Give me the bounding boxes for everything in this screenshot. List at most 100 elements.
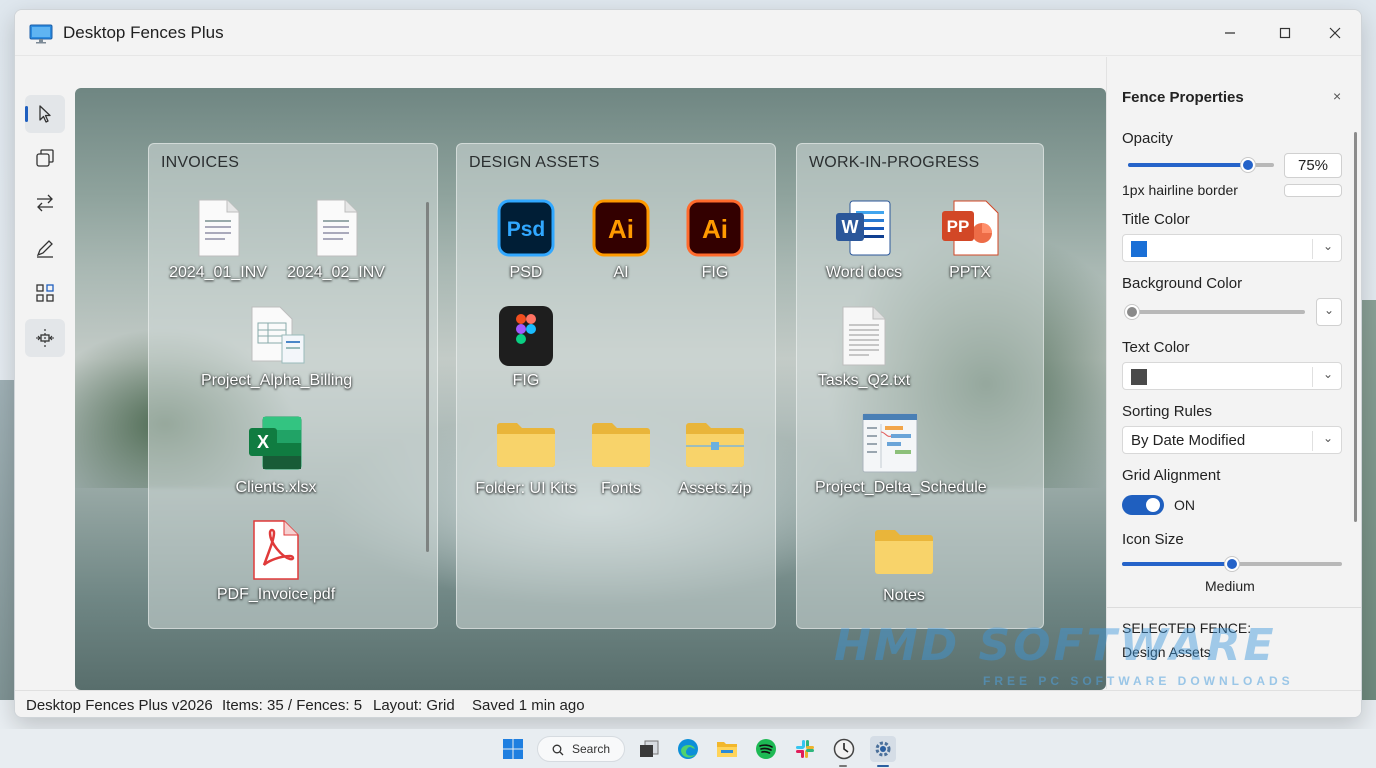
minimize-icon <box>1225 32 1235 34</box>
desktop-item[interactable]: Notes <box>829 517 979 605</box>
desktop-item[interactable]: X Clients.xlsx <box>201 409 351 497</box>
icon-size-slider[interactable] <box>1122 557 1342 571</box>
opacity-label: Opacity <box>1122 130 1173 147</box>
dropdown-separator <box>1312 367 1313 387</box>
edge-button[interactable] <box>676 737 700 761</box>
desktop-item[interactable]: PP PPTX <box>895 194 1045 282</box>
fence-scrollbar[interactable] <box>426 202 429 552</box>
arrange-tool-button[interactable] <box>25 274 65 312</box>
desktop-item[interactable]: FIG <box>451 302 601 390</box>
task-view-button[interactable] <box>637 737 661 761</box>
title-color-swatch <box>1131 241 1147 257</box>
dropdown-separator <box>1312 239 1313 259</box>
item-label: FIG <box>512 372 540 389</box>
title-color-label: Title Color <box>1122 211 1190 228</box>
settings-app-button[interactable] <box>870 736 896 762</box>
select-tool-button[interactable] <box>25 95 65 133</box>
fence-work-in-progress[interactable]: WORK-IN-PROGRESS W Word docs PP PPTX Tas… <box>796 143 1044 629</box>
panel-close-button[interactable]: × <box>1333 88 1341 104</box>
opacity-slider-thumb[interactable] <box>1241 158 1255 172</box>
background-color-slider[interactable] <box>1125 305 1305 319</box>
text-color-swatch <box>1131 369 1147 385</box>
copy-icon <box>36 149 54 167</box>
search-label: Search <box>572 742 611 756</box>
desktop-wallpaper-edge-left <box>0 380 14 700</box>
border-preview[interactable] <box>1284 184 1342 197</box>
watermark-brand: HMD SOFTWARE <box>834 620 1277 671</box>
pen-icon <box>36 240 53 258</box>
svg-text:Psd: Psd <box>507 218 546 241</box>
start-button[interactable] <box>501 737 525 761</box>
duplicate-tool-button[interactable] <box>25 139 65 177</box>
spotify-button[interactable] <box>754 737 778 761</box>
desktop-item[interactable]: Project_Delta_Schedule <box>815 409 987 497</box>
icon-size-slider-thumb[interactable] <box>1225 557 1239 571</box>
sorting-dropdown[interactable]: By Date Modified ⌄ <box>1122 426 1342 454</box>
title-color-dropdown[interactable]: ⌄ <box>1122 234 1342 262</box>
text-color-label: Text Color <box>1122 339 1190 356</box>
desktop-item[interactable]: Tasks_Q2.txt <box>789 302 939 390</box>
file-explorer-icon <box>717 742 737 757</box>
background-color-label: Background Color <box>1122 275 1243 292</box>
fence-properties-panel: Fence Properties × Opacity 75% 1px hairl… <box>1106 57 1361 689</box>
desktop-item[interactable]: Assets.zip <box>640 410 790 498</box>
taskbar-search[interactable]: Search <box>537 736 625 762</box>
grid-alignment-toggle[interactable] <box>1122 495 1164 515</box>
minimize-button[interactable] <box>1207 20 1253 46</box>
close-window-button[interactable] <box>1312 20 1358 46</box>
fence-invoices[interactable]: INVOICES 2024_01_INV 2024_02_INV Project… <box>148 143 438 629</box>
status-items: Items: 35 / Fences: 5 <box>222 697 363 714</box>
grid-alignment-label: Grid Alignment <box>1122 467 1221 484</box>
window-title: Desktop Fences Plus <box>63 23 224 42</box>
pointer-icon <box>39 105 51 123</box>
desktop-item[interactable]: Ai FIG <box>640 194 790 282</box>
background-slider-thumb[interactable] <box>1125 305 1139 319</box>
slack-button[interactable] <box>793 737 817 761</box>
status-bar: Desktop Fences Plus v2026 Items: 35 / Fe… <box>15 690 1361 717</box>
schedule-doc-icon <box>862 413 918 473</box>
watermark-tagline: FREE PC SOFTWARE DOWNLOADS <box>983 674 1294 688</box>
draw-tool-button[interactable] <box>25 229 65 267</box>
item-label: 2024_02_INV <box>287 264 385 281</box>
item-label: Assets.zip <box>678 480 752 497</box>
spacing-icon <box>36 329 54 347</box>
swap-tool-button[interactable] <box>25 184 65 222</box>
clock-app-button[interactable] <box>832 737 856 761</box>
spacing-tool-button[interactable] <box>25 319 65 357</box>
fence-title: INVOICES <box>161 154 240 171</box>
text-color-dropdown[interactable]: ⌄ <box>1122 362 1342 390</box>
search-icon <box>552 744 564 756</box>
clock-app-icon <box>833 738 855 760</box>
background-color-dropdown[interactable]: ⌄ <box>1316 298 1342 326</box>
dropdown-separator <box>1312 431 1313 451</box>
folder-icon <box>875 530 933 574</box>
border-label: 1px hairline border <box>1122 182 1238 198</box>
desktop-canvas: INVOICES 2024_01_INV 2024_02_INV Project… <box>75 88 1106 690</box>
opacity-slider[interactable] <box>1128 158 1274 172</box>
zip-folder-icon <box>686 423 744 467</box>
icon-size-label: Icon Size <box>1122 531 1184 548</box>
edge-icon <box>678 739 698 759</box>
close-icon <box>1329 27 1341 39</box>
item-label: Tasks_Q2.txt <box>817 372 911 389</box>
document-icon <box>316 199 358 257</box>
desktop-wallpaper-edge-right <box>1361 300 1376 700</box>
desktop-item[interactable]: 2024_02_INV <box>261 194 411 282</box>
task-view-icon <box>640 740 659 757</box>
word-icon: W <box>836 200 891 256</box>
item-label: PDF_Invoice.pdf <box>216 586 336 603</box>
desktop-item[interactable]: PDF_Invoice.pdf <box>201 516 351 604</box>
spreadsheet-doc-icon <box>251 306 305 364</box>
windows-start-icon <box>503 739 523 759</box>
desktop-item[interactable]: Project_Alpha_Billing <box>201 302 352 390</box>
file-explorer-button[interactable] <box>715 737 739 761</box>
panel-scrollbar[interactable] <box>1354 132 1357 522</box>
item-label: Notes <box>883 587 925 604</box>
maximize-button[interactable] <box>1262 20 1308 46</box>
panel-title: Fence Properties <box>1122 89 1244 106</box>
swap-arrows-icon <box>37 194 53 212</box>
opacity-value-field[interactable]: 75% <box>1284 153 1342 178</box>
powerpoint-icon: PP <box>942 200 999 256</box>
svg-text:Ai: Ai <box>608 214 634 244</box>
fence-design-assets[interactable]: DESIGN ASSETS Psd PSD Ai AI Ai FIG FIG F… <box>456 143 776 629</box>
